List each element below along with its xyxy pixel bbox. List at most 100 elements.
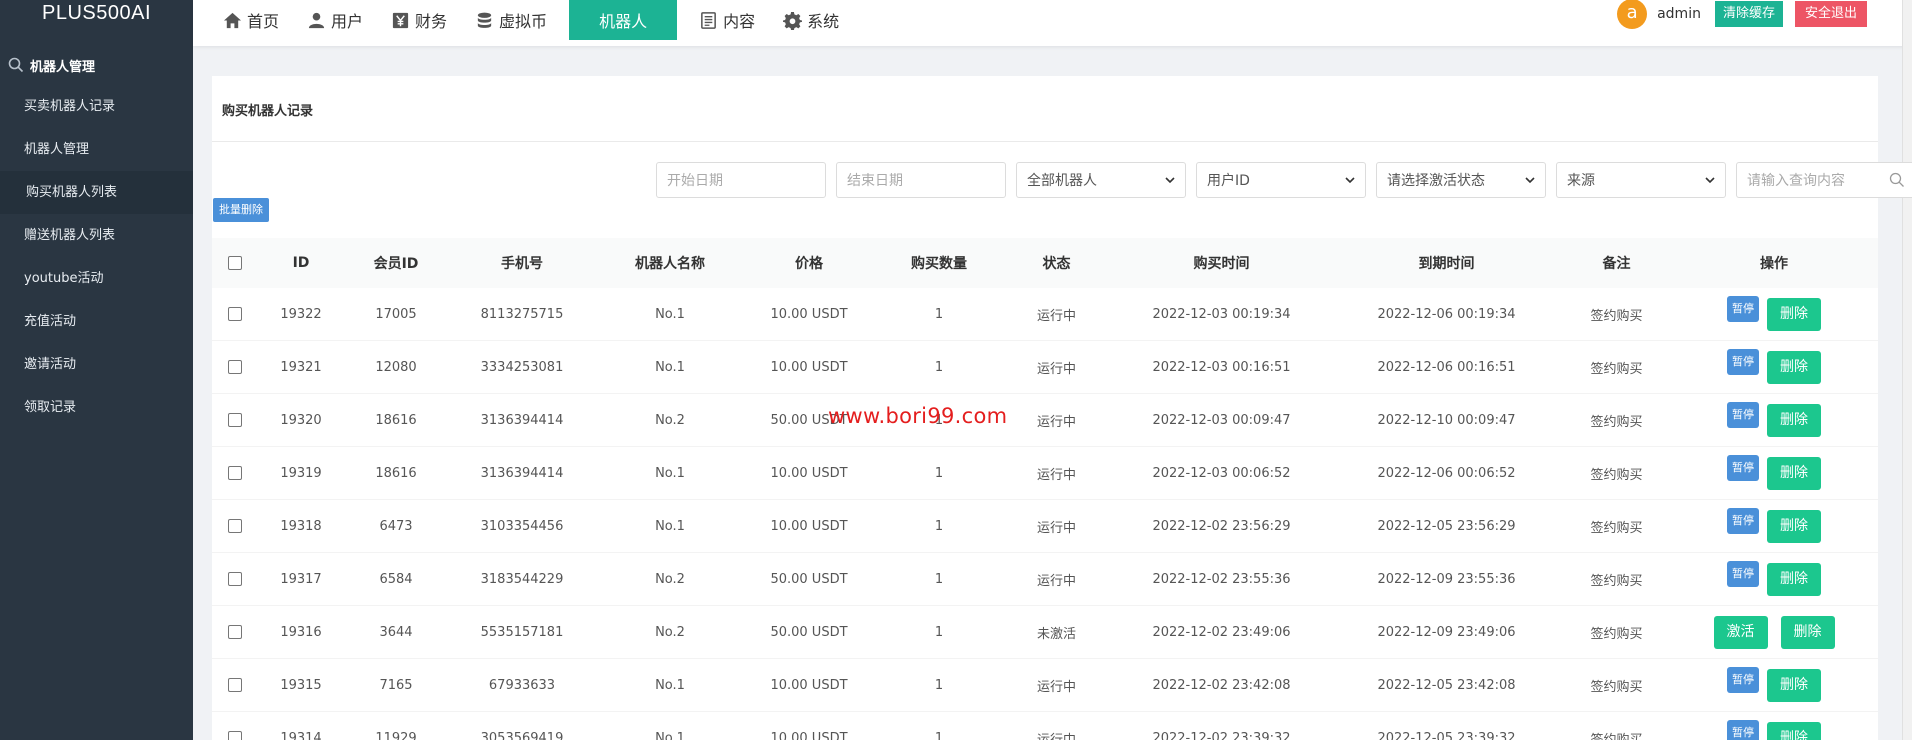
- page-scrollbar[interactable]: [1902, 0, 1912, 740]
- delete-button[interactable]: 删除: [1780, 615, 1835, 649]
- pause-button[interactable]: 暂停: [1727, 349, 1759, 375]
- pause-button[interactable]: 暂停: [1727, 296, 1759, 322]
- activate-button[interactable]: 激活: [1713, 615, 1768, 649]
- nav-crypto[interactable]: 虚拟币: [461, 0, 561, 40]
- cell-price: 50.00 USDT: [770, 571, 848, 587]
- cell-actions: 暂停 删除: [1674, 720, 1874, 740]
- top-navbar: 首页 用户 财务 虚拟币 机器人 内容 系统 a admin 清除缓存 安全退出: [193, 0, 1912, 46]
- delete-button[interactable]: 删除: [1767, 509, 1821, 543]
- delete-button[interactable]: 删除: [1767, 350, 1821, 384]
- pause-button[interactable]: 暂停: [1727, 720, 1759, 740]
- nav-content[interactable]: 内容: [685, 0, 769, 40]
- table-row: 19318 6473 3103354456 No.1 10.00 USDT 1 运行中 202…: [212, 500, 1878, 553]
- cell-id: 19318: [280, 518, 322, 534]
- sidebar-item-robot-management[interactable]: 机器人管理: [0, 128, 193, 171]
- sidebar-item-gift-list[interactable]: 赠送机器人列表: [0, 214, 193, 257]
- pause-button[interactable]: 暂停: [1727, 508, 1759, 534]
- batch-delete-button[interactable]: 批量删除: [213, 198, 269, 222]
- delete-button[interactable]: 删除: [1767, 668, 1821, 702]
- select-all-checkbox[interactable]: [228, 256, 242, 270]
- nav-home[interactable]: 首页: [193, 0, 293, 40]
- table-row: 19315 7165 67933633 No.1 10.00 USDT 1 运行中 2022-…: [212, 659, 1878, 712]
- cell-robot-name: No.1: [655, 306, 685, 322]
- pause-button[interactable]: 暂停: [1727, 402, 1759, 428]
- cell-expire-time: 2022-12-05 23:56:29: [1377, 518, 1516, 534]
- nav-finance-label: 财务: [415, 12, 448, 31]
- row-checkbox[interactable]: [228, 625, 242, 639]
- row-checkbox[interactable]: [228, 572, 242, 586]
- pause-button[interactable]: 暂停: [1727, 667, 1759, 693]
- cell-phone: 3053569419: [480, 730, 564, 740]
- nav-robot[interactable]: 机器人: [569, 0, 678, 40]
- clear-cache-button[interactable]: 清除缓存: [1714, 1, 1783, 27]
- row-checkbox[interactable]: [228, 307, 242, 321]
- row-checkbox[interactable]: [228, 466, 242, 480]
- sidebar-item-purchase-list[interactable]: 购买机器人列表: [0, 171, 193, 214]
- nav-home-label: 首页: [247, 12, 280, 31]
- delete-button[interactable]: 删除: [1767, 297, 1821, 331]
- nav-users-label: 用户: [331, 12, 364, 31]
- robot-select[interactable]: 全部机器人: [1016, 162, 1186, 198]
- cell-id: 19314: [280, 730, 322, 740]
- nav-system[interactable]: 系统: [769, 0, 853, 40]
- table-body: 19322 17005 8113275715 No.1 10.00 USDT 1 运行中 20…: [212, 288, 1878, 740]
- search-input[interactable]: 请输入查询内容: [1736, 162, 1912, 198]
- sidebar-item-claim-records[interactable]: 领取记录: [0, 386, 193, 429]
- cell-actions: 暂停 删除: [1674, 667, 1874, 702]
- nav-robot-label: 机器人: [599, 12, 648, 31]
- cell-phone: 3334253081: [480, 359, 564, 375]
- end-date-input[interactable]: 结束日期: [836, 162, 1006, 198]
- delete-button[interactable]: 删除: [1767, 562, 1821, 596]
- sidebar-item-invite[interactable]: 邀请活动: [0, 343, 193, 386]
- search-icon[interactable]: [1889, 172, 1905, 188]
- user-area: a admin 清除缓存 安全退出: [1617, 0, 1912, 29]
- pause-button[interactable]: 暂停: [1727, 455, 1759, 481]
- cell-actions: 暂停 删除: [1674, 349, 1874, 384]
- database-icon: [477, 12, 492, 28]
- sidebar-item-trade-records[interactable]: 买卖机器人记录: [0, 85, 193, 128]
- cell-member-id: 7165: [379, 677, 413, 693]
- cell-member-id: 12080: [375, 359, 417, 375]
- cell-robot-name: No.2: [655, 571, 685, 587]
- sidebar-item-recharge[interactable]: 充值活动: [0, 300, 193, 343]
- cell-quantity: 1: [934, 306, 944, 322]
- nav-users[interactable]: 用户: [293, 0, 377, 40]
- cell-actions: 暂停 删除: [1674, 561, 1874, 596]
- cell-status: 运行中: [1036, 414, 1076, 430]
- row-checkbox[interactable]: [228, 731, 242, 740]
- row-checkbox[interactable]: [228, 678, 242, 692]
- cell-expire-time: 2022-12-06 00:16:51: [1377, 359, 1516, 375]
- delete-button[interactable]: 删除: [1767, 721, 1821, 740]
- row-checkbox[interactable]: [228, 360, 242, 374]
- filter-bar: 开始日期 结束日期 全部机器人 用户ID 请选择激活状态 来源 请输入查询内容: [656, 162, 1912, 198]
- user-id-select[interactable]: 用户ID: [1196, 162, 1366, 198]
- start-date-input[interactable]: 开始日期: [656, 162, 826, 198]
- cell-note: 签约购买: [1590, 626, 1643, 642]
- cell-expire-time: 2022-12-05 23:39:32: [1377, 730, 1516, 740]
- cell-status: 运行中: [1036, 308, 1076, 324]
- cell-price: 10.00 USDT: [770, 518, 848, 534]
- cell-id: 19320: [280, 412, 322, 428]
- cell-price: 50.00 USDT: [770, 624, 848, 640]
- row-checkbox[interactable]: [228, 413, 242, 427]
- delete-button[interactable]: 删除: [1767, 403, 1821, 437]
- logout-button[interactable]: 安全退出: [1794, 1, 1867, 27]
- status-select-value: 请选择激活状态: [1387, 173, 1485, 189]
- nav-system-label: 系统: [807, 12, 840, 31]
- sidebar-item-youtube[interactable]: youtube活动: [0, 257, 193, 300]
- row-checkbox[interactable]: [228, 519, 242, 533]
- source-select[interactable]: 来源: [1556, 162, 1726, 198]
- cell-price: 10.00 USDT: [770, 465, 848, 481]
- delete-button[interactable]: 删除: [1767, 456, 1821, 490]
- cell-member-id: 11929: [375, 730, 417, 740]
- status-select[interactable]: 请选择激活状态: [1376, 162, 1546, 198]
- pause-button[interactable]: 暂停: [1727, 561, 1759, 587]
- brand-logo: PLUS500AI: [41, 2, 151, 24]
- yen-icon: [392, 12, 409, 28]
- nav-finance[interactable]: 财务: [377, 0, 461, 40]
- cell-purchase-time: 2022-12-02 23:56:29: [1152, 518, 1291, 534]
- username[interactable]: admin: [1657, 6, 1701, 22]
- avatar[interactable]: a: [1617, 0, 1648, 29]
- cell-expire-time: 2022-12-06 00:19:34: [1377, 306, 1516, 322]
- cell-robot-name: No.1: [655, 677, 685, 693]
